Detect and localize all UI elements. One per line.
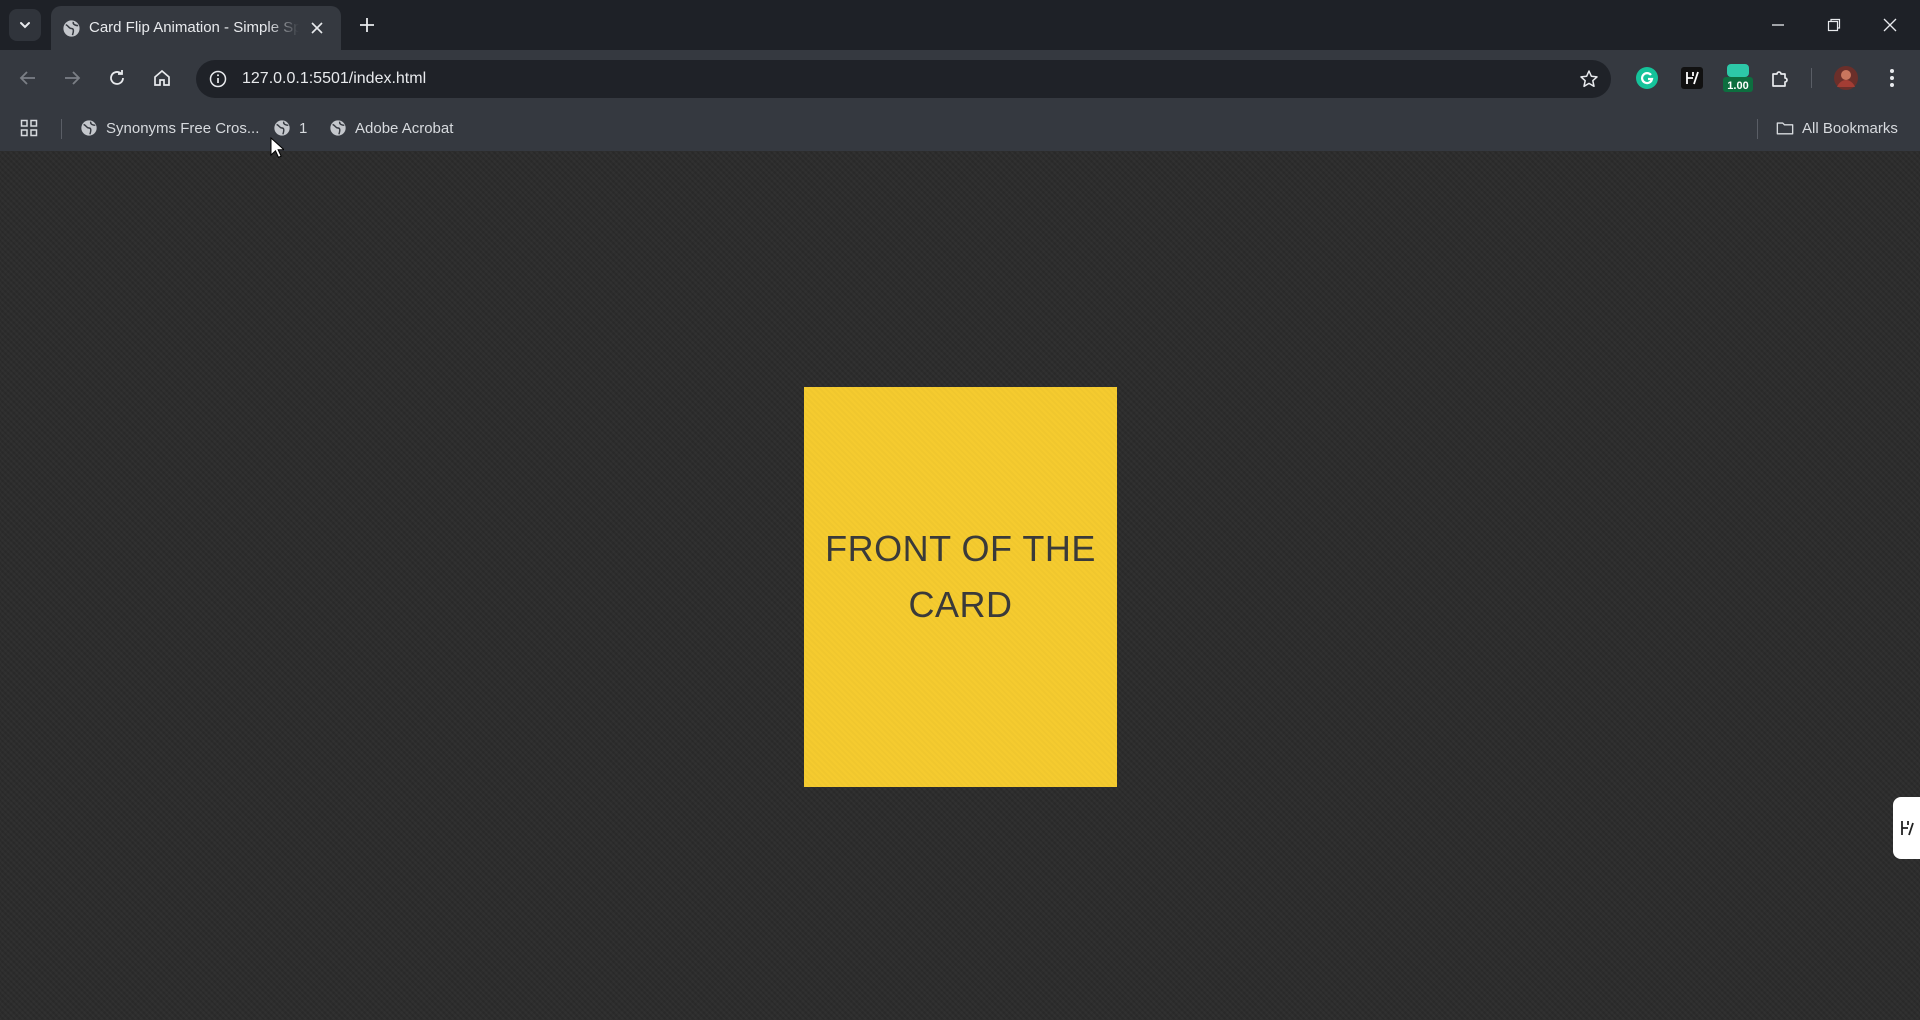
minimize-button[interactable] bbox=[1750, 0, 1806, 50]
profile-avatar[interactable] bbox=[1831, 63, 1861, 93]
apps-button[interactable] bbox=[20, 116, 46, 140]
hashnode-extension[interactable] bbox=[1677, 63, 1707, 93]
bookmarks-divider bbox=[61, 119, 62, 139]
tab-close-icon[interactable] bbox=[307, 18, 327, 38]
home-button[interactable] bbox=[146, 62, 178, 94]
tab-strip: Card Flip Animation - Simple Sp bbox=[0, 0, 1920, 50]
globe-icon bbox=[329, 119, 347, 137]
flip-card[interactable]: FRONT OF THE CARD bbox=[804, 387, 1117, 787]
speed-badge-text: 1.00 bbox=[1727, 80, 1749, 92]
chevron-down-icon bbox=[20, 22, 30, 29]
close-icon bbox=[1883, 18, 1897, 32]
more-vertical-icon bbox=[1890, 69, 1894, 87]
url-text: 127.0.0.1:5501/index.html bbox=[242, 70, 427, 87]
reload-icon bbox=[110, 70, 124, 85]
plus-icon bbox=[360, 18, 374, 32]
bookmark-label: 1 bbox=[299, 119, 308, 137]
restore-icon bbox=[1827, 18, 1841, 32]
avatar-icon bbox=[1834, 66, 1858, 90]
new-tab-button[interactable] bbox=[355, 13, 379, 37]
side-panel-tab[interactable] bbox=[1893, 797, 1920, 859]
reload-button[interactable] bbox=[101, 62, 133, 94]
page-content: FRONT OF THE CARD bbox=[0, 151, 1920, 1020]
extensions-button[interactable] bbox=[1766, 63, 1796, 93]
menu-button[interactable] bbox=[1877, 63, 1907, 93]
bookmark-label: Synonyms Free Cros... bbox=[106, 119, 260, 137]
bookmark-star-icon[interactable] bbox=[1579, 69, 1599, 89]
close-window-button[interactable] bbox=[1862, 0, 1918, 50]
minimize-icon bbox=[1772, 24, 1784, 26]
card-front-text: FRONT OF THE CARD bbox=[825, 528, 1096, 625]
tab-active[interactable]: Card Flip Animation - Simple Sp bbox=[51, 6, 341, 50]
home-icon bbox=[154, 69, 170, 86]
arrow-left-icon bbox=[19, 71, 35, 85]
forward-button[interactable] bbox=[56, 62, 88, 94]
toolbar-divider bbox=[1811, 68, 1812, 88]
bookmarks-divider bbox=[1757, 119, 1758, 139]
bookmark-synonyms[interactable]: Synonyms Free Cros... bbox=[80, 116, 259, 140]
arrow-right-icon bbox=[65, 71, 81, 85]
puzzle-icon bbox=[1772, 71, 1788, 87]
tab-title: Card Flip Animation - Simple Sp bbox=[89, 19, 299, 36]
bookmark-label: Adobe Acrobat bbox=[355, 119, 454, 137]
globe-icon bbox=[62, 19, 81, 38]
all-bookmarks-label: All Bookmarks bbox=[1802, 119, 1898, 137]
grammarly-icon bbox=[1636, 67, 1658, 89]
apps-grid-icon bbox=[20, 119, 38, 137]
restore-button[interactable] bbox=[1806, 0, 1862, 50]
folder-icon bbox=[1776, 119, 1794, 137]
globe-icon bbox=[80, 119, 98, 137]
site-info-icon[interactable] bbox=[208, 69, 228, 89]
globe-icon bbox=[273, 119, 291, 137]
video-speed-extension[interactable]: 1.00 bbox=[1720, 63, 1756, 93]
tab-search-button[interactable] bbox=[9, 9, 41, 41]
h-slash-icon bbox=[1681, 67, 1703, 89]
bookmark-adobe-acrobat[interactable]: Adobe Acrobat bbox=[329, 116, 453, 140]
grammarly-extension[interactable] bbox=[1632, 63, 1662, 93]
all-bookmarks-button[interactable]: All Bookmarks bbox=[1776, 116, 1898, 140]
address-bar[interactable]: 127.0.0.1:5501/index.html bbox=[196, 60, 1611, 98]
bookmarks-bar: Synonyms Free Cros... 1 Adobe Acrobat Al… bbox=[0, 106, 1920, 152]
mouse-cursor-icon bbox=[270, 137, 284, 158]
browser-toolbar: 127.0.0.1:5501/index.html 1.00 bbox=[0, 50, 1920, 106]
h-slash-icon bbox=[1900, 821, 1914, 836]
back-button[interactable] bbox=[12, 62, 44, 94]
